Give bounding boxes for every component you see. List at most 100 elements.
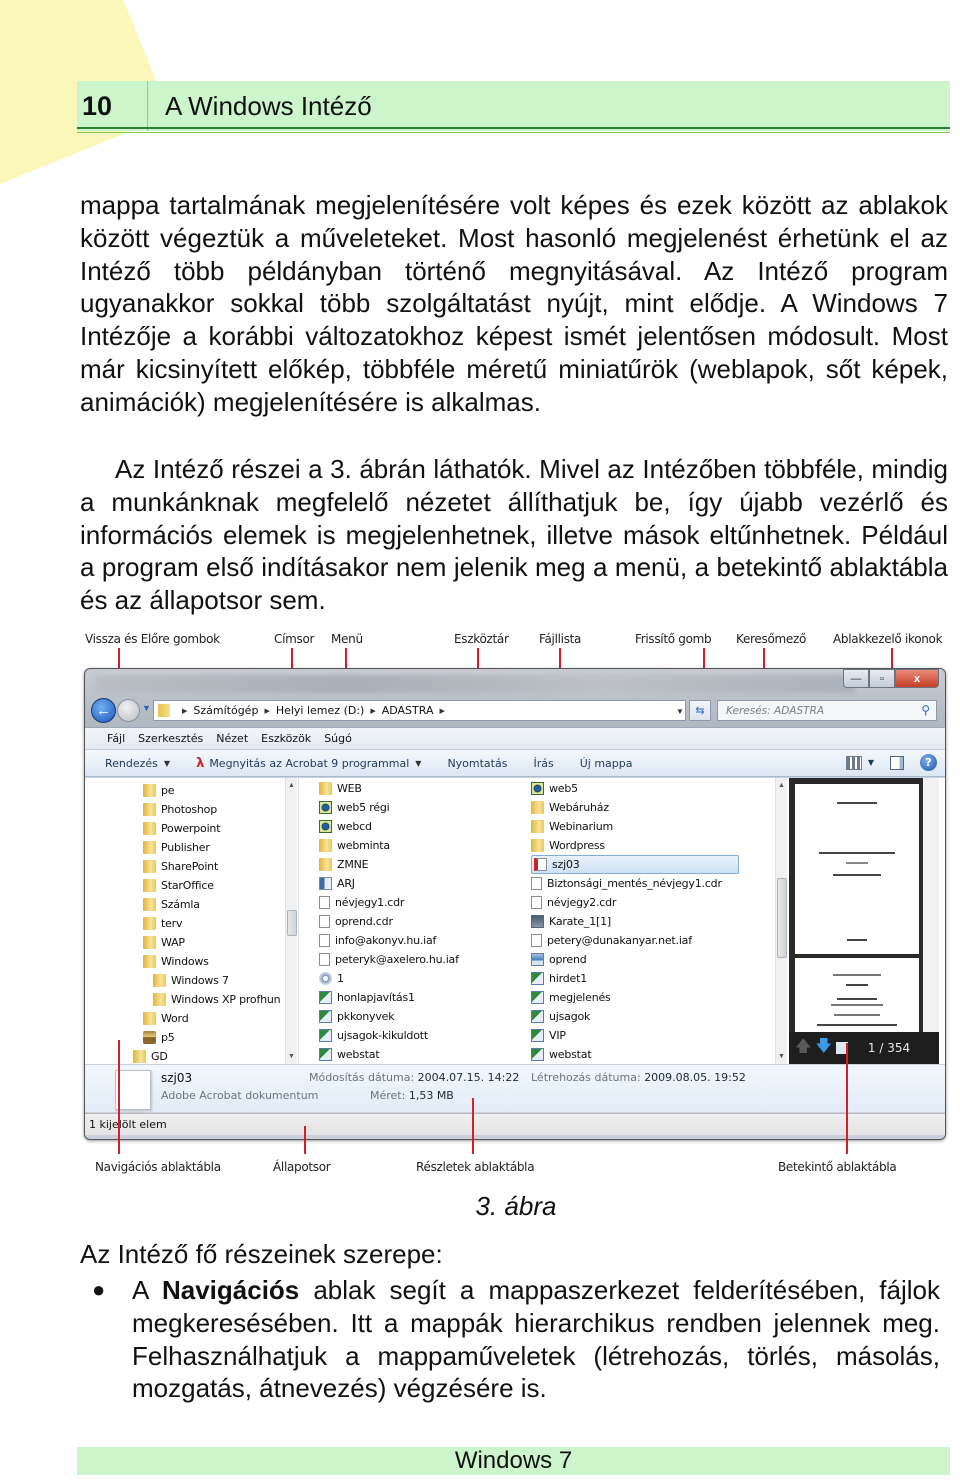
tree-item[interactable]: Windows XP profhun [153,990,281,1009]
folder-icon [133,1050,146,1063]
refresh-button[interactable]: ⇆ [689,700,711,721]
print-button[interactable]: Nyomtatás [447,757,507,770]
menu-view[interactable]: Nézet [216,732,248,745]
tree-item[interactable]: Word [143,1009,189,1028]
back-button[interactable]: ← [91,698,116,723]
scroll-down-icon[interactable]: ▼ [288,1053,295,1060]
breadcrumb-computer[interactable]: Számítógép [193,704,258,717]
minimize-button[interactable]: — [843,669,869,688]
file-item[interactable]: Biztonsági_mentés_névjegy1.cdr [531,874,722,893]
recent-pages-dropdown[interactable]: ▼ [142,703,151,713]
file-item-label: petery@dunakanyar.net.iaf [547,934,692,947]
file-item[interactable]: oprend.cdr [319,912,393,931]
tree-item[interactable]: p5 [143,1028,175,1047]
breadcrumb-drive[interactable]: Helyi lemez (D:) [276,704,365,717]
file-item[interactable]: webstat [531,1045,592,1064]
file-item[interactable]: ujsagok-kikuldott [319,1026,428,1045]
file-item[interactable]: peteryk@axelero.hu.iaf [319,950,459,969]
tree-item[interactable]: pe [143,781,175,800]
maximize-button[interactable]: ▫ [869,669,895,688]
file-item-label: ZMNE [337,858,369,871]
file-item[interactable]: névjegy2.cdr [531,893,616,912]
file-item[interactable]: névjegy1.cdr [319,893,404,912]
burn-button[interactable]: Írás [533,757,553,770]
file-item[interactable]: hirdet1 [531,969,587,988]
details-pane: szj03 Adobe Acrobat dokumentum Módosítás… [85,1064,945,1112]
search-input[interactable]: Keresés: ADASTRA ⚲ [717,700,937,721]
file-item[interactable]: megjelenés [531,988,611,1007]
details-file-type: Adobe Acrobat dokumentum [161,1089,319,1102]
tree-item[interactable]: Powerpoint [143,819,221,838]
file-item[interactable]: webstat [319,1045,380,1064]
menu-file[interactable]: Fájl [107,732,125,745]
file-item[interactable]: ARJ [319,874,355,893]
organize-button[interactable]: Rendezés ▼ [105,757,170,770]
file-item-label: web5 [549,782,578,795]
help-icon[interactable]: ? [920,754,937,771]
tree-item[interactable]: Publisher [143,838,210,857]
callout-line [304,1126,306,1154]
tree-item[interactable]: Számla [143,895,200,914]
chevron-down-icon[interactable]: ▼ [868,758,874,767]
breadcrumb-folder[interactable]: ADASTRA [382,704,434,717]
file-item[interactable]: petery@dunakanyar.net.iaf [531,931,692,950]
tree-item[interactable]: Windows [143,952,209,971]
file-list-scrollbar[interactable]: ▲ ▼ [775,778,787,1064]
chevron-right-icon[interactable]: ▶ [182,707,187,715]
previous-page-icon[interactable]: 🡅 [795,1035,811,1062]
search-icon[interactable]: ⚲ [921,703,930,717]
document-icon [531,896,542,909]
nav-scrollbar[interactable]: ▲ ▼ [285,778,297,1064]
chevron-right-icon[interactable]: ▶ [370,707,375,715]
tree-item[interactable]: Windows 7 [153,971,229,990]
file-item[interactable]: ujsagok [531,1007,590,1026]
tree-item[interactable]: WAP [143,933,185,952]
menu-tools[interactable]: Eszközök [261,732,311,745]
scroll-up-icon[interactable]: ▲ [778,782,785,789]
file-item[interactable]: Karate_1[1] [531,912,611,931]
tree-item[interactable]: Photoshop [143,800,217,819]
file-item[interactable]: WEB [319,779,362,798]
menu-edit[interactable]: Szerkesztés [138,732,203,745]
views-icon[interactable] [845,755,862,770]
scroll-up-icon[interactable]: ▲ [288,782,295,789]
web-folder-icon [531,782,544,795]
menu-help[interactable]: Súgó [324,732,352,745]
file-item[interactable]: 1 [319,969,344,988]
file-item[interactable]: szj03 [531,855,739,874]
file-item[interactable]: web5 [531,779,578,798]
explorer-window: — ▫ x ← ▼ ▶ Számítógép ▶ Helyi lemez (D:… [84,668,946,1140]
file-item[interactable]: VIP [531,1026,566,1045]
chevron-right-icon[interactable]: ▶ [264,707,269,715]
tree-item[interactable]: terv [143,914,183,933]
file-item[interactable]: webminta [319,836,390,855]
new-folder-button[interactable]: Új mappa [580,757,633,770]
file-item[interactable]: pkkonyvek [319,1007,395,1026]
tree-item[interactable]: GD [133,1047,168,1064]
scroll-down-icon[interactable]: ▼ [778,1053,785,1060]
file-item[interactable]: webcd [319,817,372,836]
file-item[interactable]: Webinarium [531,817,613,836]
tree-item[interactable]: SharePoint [143,857,218,876]
file-item[interactable]: web5 régi [319,798,390,817]
preview-scrollbar[interactable] [923,778,939,1032]
address-bar[interactable]: ▶ Számítógép ▶ Helyi lemez (D:) ▶ ADASTR… [153,700,686,721]
tree-item[interactable]: StarOffice [143,876,214,895]
file-item[interactable]: info@akonyv.hu.iaf [319,931,436,950]
address-dropdown[interactable]: ▼ [676,707,684,716]
file-item[interactable]: Webáruház [531,798,609,817]
chevron-right-icon[interactable]: ▶ [439,707,444,715]
file-item[interactable]: oprend [531,950,587,969]
file-item[interactable]: honlapjavítás1 [319,988,415,1007]
caption-text: 3. ábra [475,1191,557,1221]
file-item[interactable]: Wordpress [531,836,605,855]
open-with-button[interactable]: λ Megnyitás az Acrobat 9 programmal ▼ [196,756,421,771]
next-page-icon[interactable]: 🡇 [815,1035,831,1062]
close-button[interactable]: x [895,669,939,688]
file-item[interactable]: ZMNE [319,855,369,874]
preview-page-2 [795,958,919,1032]
scroll-thumb[interactable] [777,878,787,958]
preview-pane-toggle-icon[interactable] [890,755,904,770]
scroll-thumb[interactable] [287,910,297,936]
forward-button[interactable] [117,699,140,722]
